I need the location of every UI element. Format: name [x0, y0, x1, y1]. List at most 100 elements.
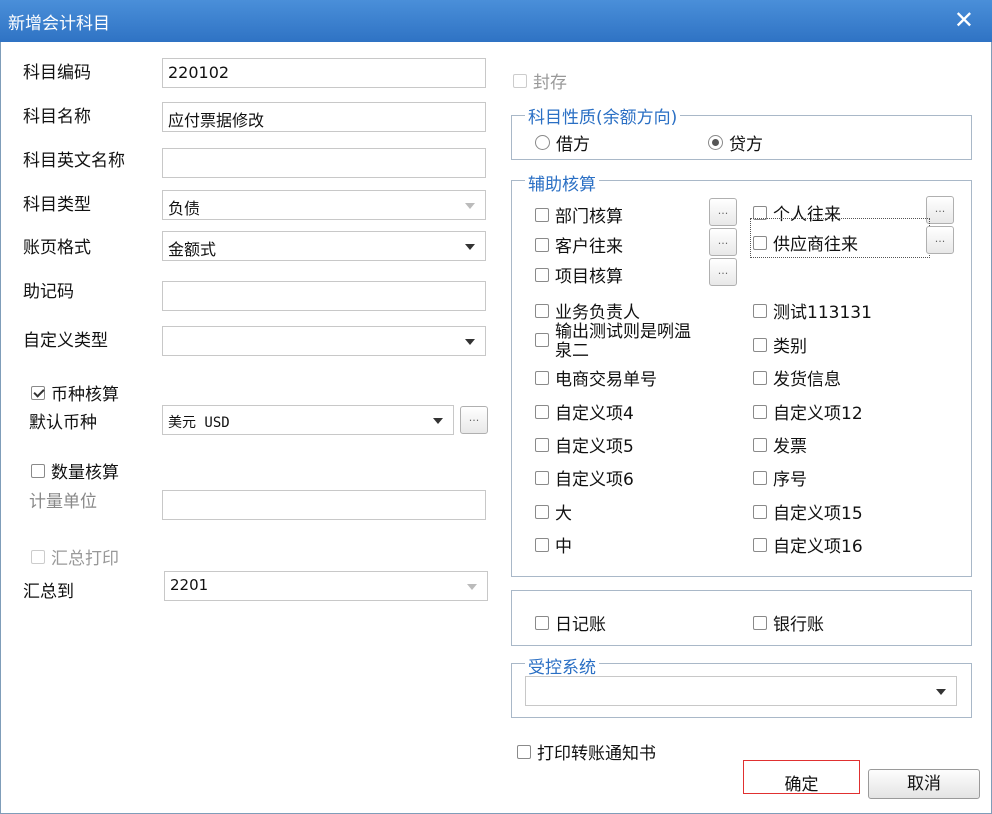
nature-legend: 科目性质(余额方向) — [525, 103, 681, 128]
close-icon[interactable]: ✕ — [954, 6, 974, 34]
checkbox-icon — [535, 615, 549, 630]
chevron-down-icon[interactable] — [465, 339, 475, 345]
page-format-label: 账页格式 — [23, 238, 91, 258]
checkbox-icon — [753, 504, 767, 519]
print-notice-checkbox[interactable]: 打印转账通知书 — [517, 739, 656, 764]
controlled-legend: 受控系统 — [525, 653, 599, 678]
checkbox-icon — [535, 404, 549, 419]
type-label: 科目类型 — [23, 195, 91, 215]
aux-right-item[interactable]: 测试113131 — [753, 298, 872, 323]
aux-right-item-label: 发票 — [773, 437, 807, 457]
aux-personal-more-button[interactable]: ... — [926, 196, 954, 224]
aux-right-item[interactable]: 序号 — [753, 465, 807, 490]
name-input[interactable]: 应付票据修改 — [162, 102, 486, 132]
daily-journal-label: 日记账 — [555, 615, 606, 635]
aux-supplier-checkbox[interactable]: 供应商往来 — [753, 230, 858, 255]
code-input[interactable]: 220102 — [162, 58, 486, 88]
aux-left-item[interactable]: 输出测试则是咧温泉二 — [535, 323, 705, 361]
summary-to-value: 2201 — [170, 576, 209, 594]
checkbox-icon — [753, 404, 767, 419]
en-name-input[interactable] — [162, 148, 486, 178]
radio-selected-icon — [708, 135, 723, 150]
quantity-checkbox[interactable]: 数量核算 — [31, 458, 119, 483]
aux-right-item-label: 发货信息 — [773, 370, 841, 390]
mnemonic-input[interactable] — [162, 281, 486, 311]
unit-label: 计量单位 — [29, 492, 97, 512]
currency-more-button[interactable]: ... — [460, 406, 488, 434]
cancel-button[interactable]: 取消 — [868, 769, 980, 799]
sealed-checkbox[interactable]: 封存 — [513, 68, 567, 93]
aux-legend: 辅助核算 — [525, 170, 599, 195]
aux-left-item-label: 自定义项5 — [555, 437, 634, 457]
chevron-down-icon[interactable] — [465, 244, 475, 250]
aux-dept-label: 部门核算 — [555, 207, 623, 227]
checkbox-checked-icon — [31, 385, 45, 400]
checkbox-icon — [535, 537, 549, 552]
chevron-down-icon[interactable] — [936, 689, 946, 695]
summary-print-checkbox[interactable]: 汇总打印 — [31, 544, 119, 569]
aux-left-item[interactable]: 自定义项6 — [535, 465, 634, 490]
aux-right-item-label: 自定义项16 — [773, 537, 863, 557]
aux-left-item[interactable]: 中 — [535, 532, 572, 557]
currency-check-label: 币种核算 — [51, 385, 119, 405]
summary-to-select[interactable]: 2201 — [164, 571, 488, 601]
aux-right-item[interactable]: 自定义项15 — [753, 499, 863, 524]
aux-left-item[interactable]: 自定义项5 — [535, 432, 634, 457]
checkbox-icon — [31, 463, 45, 478]
aux-project-label: 项目核算 — [555, 267, 623, 287]
page-format-select[interactable]: 金额式 — [162, 231, 486, 261]
bank-journal-checkbox[interactable]: 银行账 — [753, 610, 824, 635]
aux-left-item[interactable]: 大 — [535, 499, 572, 524]
credit-radio[interactable]: 贷方 — [708, 130, 763, 155]
aux-left-item[interactable]: 自定义项4 — [535, 399, 634, 424]
aux-right-item[interactable]: 自定义项12 — [753, 399, 863, 424]
aux-right-item[interactable]: 自定义项16 — [753, 532, 863, 557]
checkbox-icon — [753, 615, 767, 630]
checkbox-icon — [535, 370, 549, 385]
default-currency-label: 默认币种 — [29, 413, 97, 433]
unit-input[interactable] — [162, 490, 486, 520]
aux-supplier-more-button[interactable]: ... — [926, 226, 954, 254]
checkbox-icon — [753, 537, 767, 552]
aux-project-more-button[interactable]: ... — [709, 258, 737, 286]
aux-right-item-label: 序号 — [773, 470, 807, 490]
aux-dept-checkbox[interactable]: 部门核算 — [535, 202, 623, 227]
aux-supplier-label: 供应商往来 — [773, 235, 858, 255]
aux-left-item-label: 业务负责人 — [555, 303, 640, 323]
debit-radio[interactable]: 借方 — [535, 130, 590, 155]
aux-right-item[interactable]: 类别 — [753, 332, 807, 357]
dialog-body: 科目编码 220102 科目名称 应付票据修改 科目英文名称 科目类型 负债 账… — [0, 42, 992, 814]
title-bar: 新增会计科目 ✕ — [0, 0, 992, 42]
window-title: 新增会计科目 — [8, 14, 110, 34]
aux-customer-checkbox[interactable]: 客户往来 — [535, 232, 623, 257]
checkbox-icon — [753, 470, 767, 485]
aux-dept-more-button[interactable]: ... — [709, 198, 737, 226]
aux-left-item-label: 输出测试则是咧温泉二 — [555, 322, 691, 361]
aux-project-checkbox[interactable]: 项目核算 — [535, 262, 623, 287]
checkbox-icon — [535, 504, 549, 519]
custom-type-label: 自定义类型 — [23, 331, 108, 351]
checkbox-icon — [535, 470, 549, 485]
controlled-select[interactable] — [525, 676, 957, 706]
ok-button[interactable]: 确定 — [743, 760, 860, 795]
aux-left-item[interactable]: 业务负责人 — [535, 298, 640, 323]
default-currency-select[interactable]: 美元 USD — [162, 405, 454, 435]
checkbox-icon — [535, 237, 549, 252]
daily-journal-checkbox[interactable]: 日记账 — [535, 610, 606, 635]
checkbox-icon — [535, 207, 549, 222]
type-value: 负债 — [168, 199, 201, 218]
aux-customer-more-button[interactable]: ... — [709, 228, 737, 256]
checkbox-icon — [535, 437, 549, 452]
custom-type-select[interactable] — [162, 326, 486, 356]
aux-right-item[interactable]: 发票 — [753, 432, 807, 457]
aux-left-item-label: 大 — [555, 504, 572, 524]
aux-left-item[interactable]: 电商交易单号 — [535, 365, 657, 390]
aux-customer-label: 客户往来 — [555, 237, 623, 257]
type-select[interactable]: 负债 — [162, 190, 486, 220]
aux-right-item[interactable]: 发货信息 — [753, 365, 841, 390]
checkbox-icon — [753, 370, 767, 385]
currency-checkbox[interactable]: 币种核算 — [31, 380, 119, 405]
chevron-down-icon[interactable] — [433, 418, 443, 424]
page-format-value: 金额式 — [168, 240, 217, 259]
checkbox-icon — [753, 337, 767, 352]
